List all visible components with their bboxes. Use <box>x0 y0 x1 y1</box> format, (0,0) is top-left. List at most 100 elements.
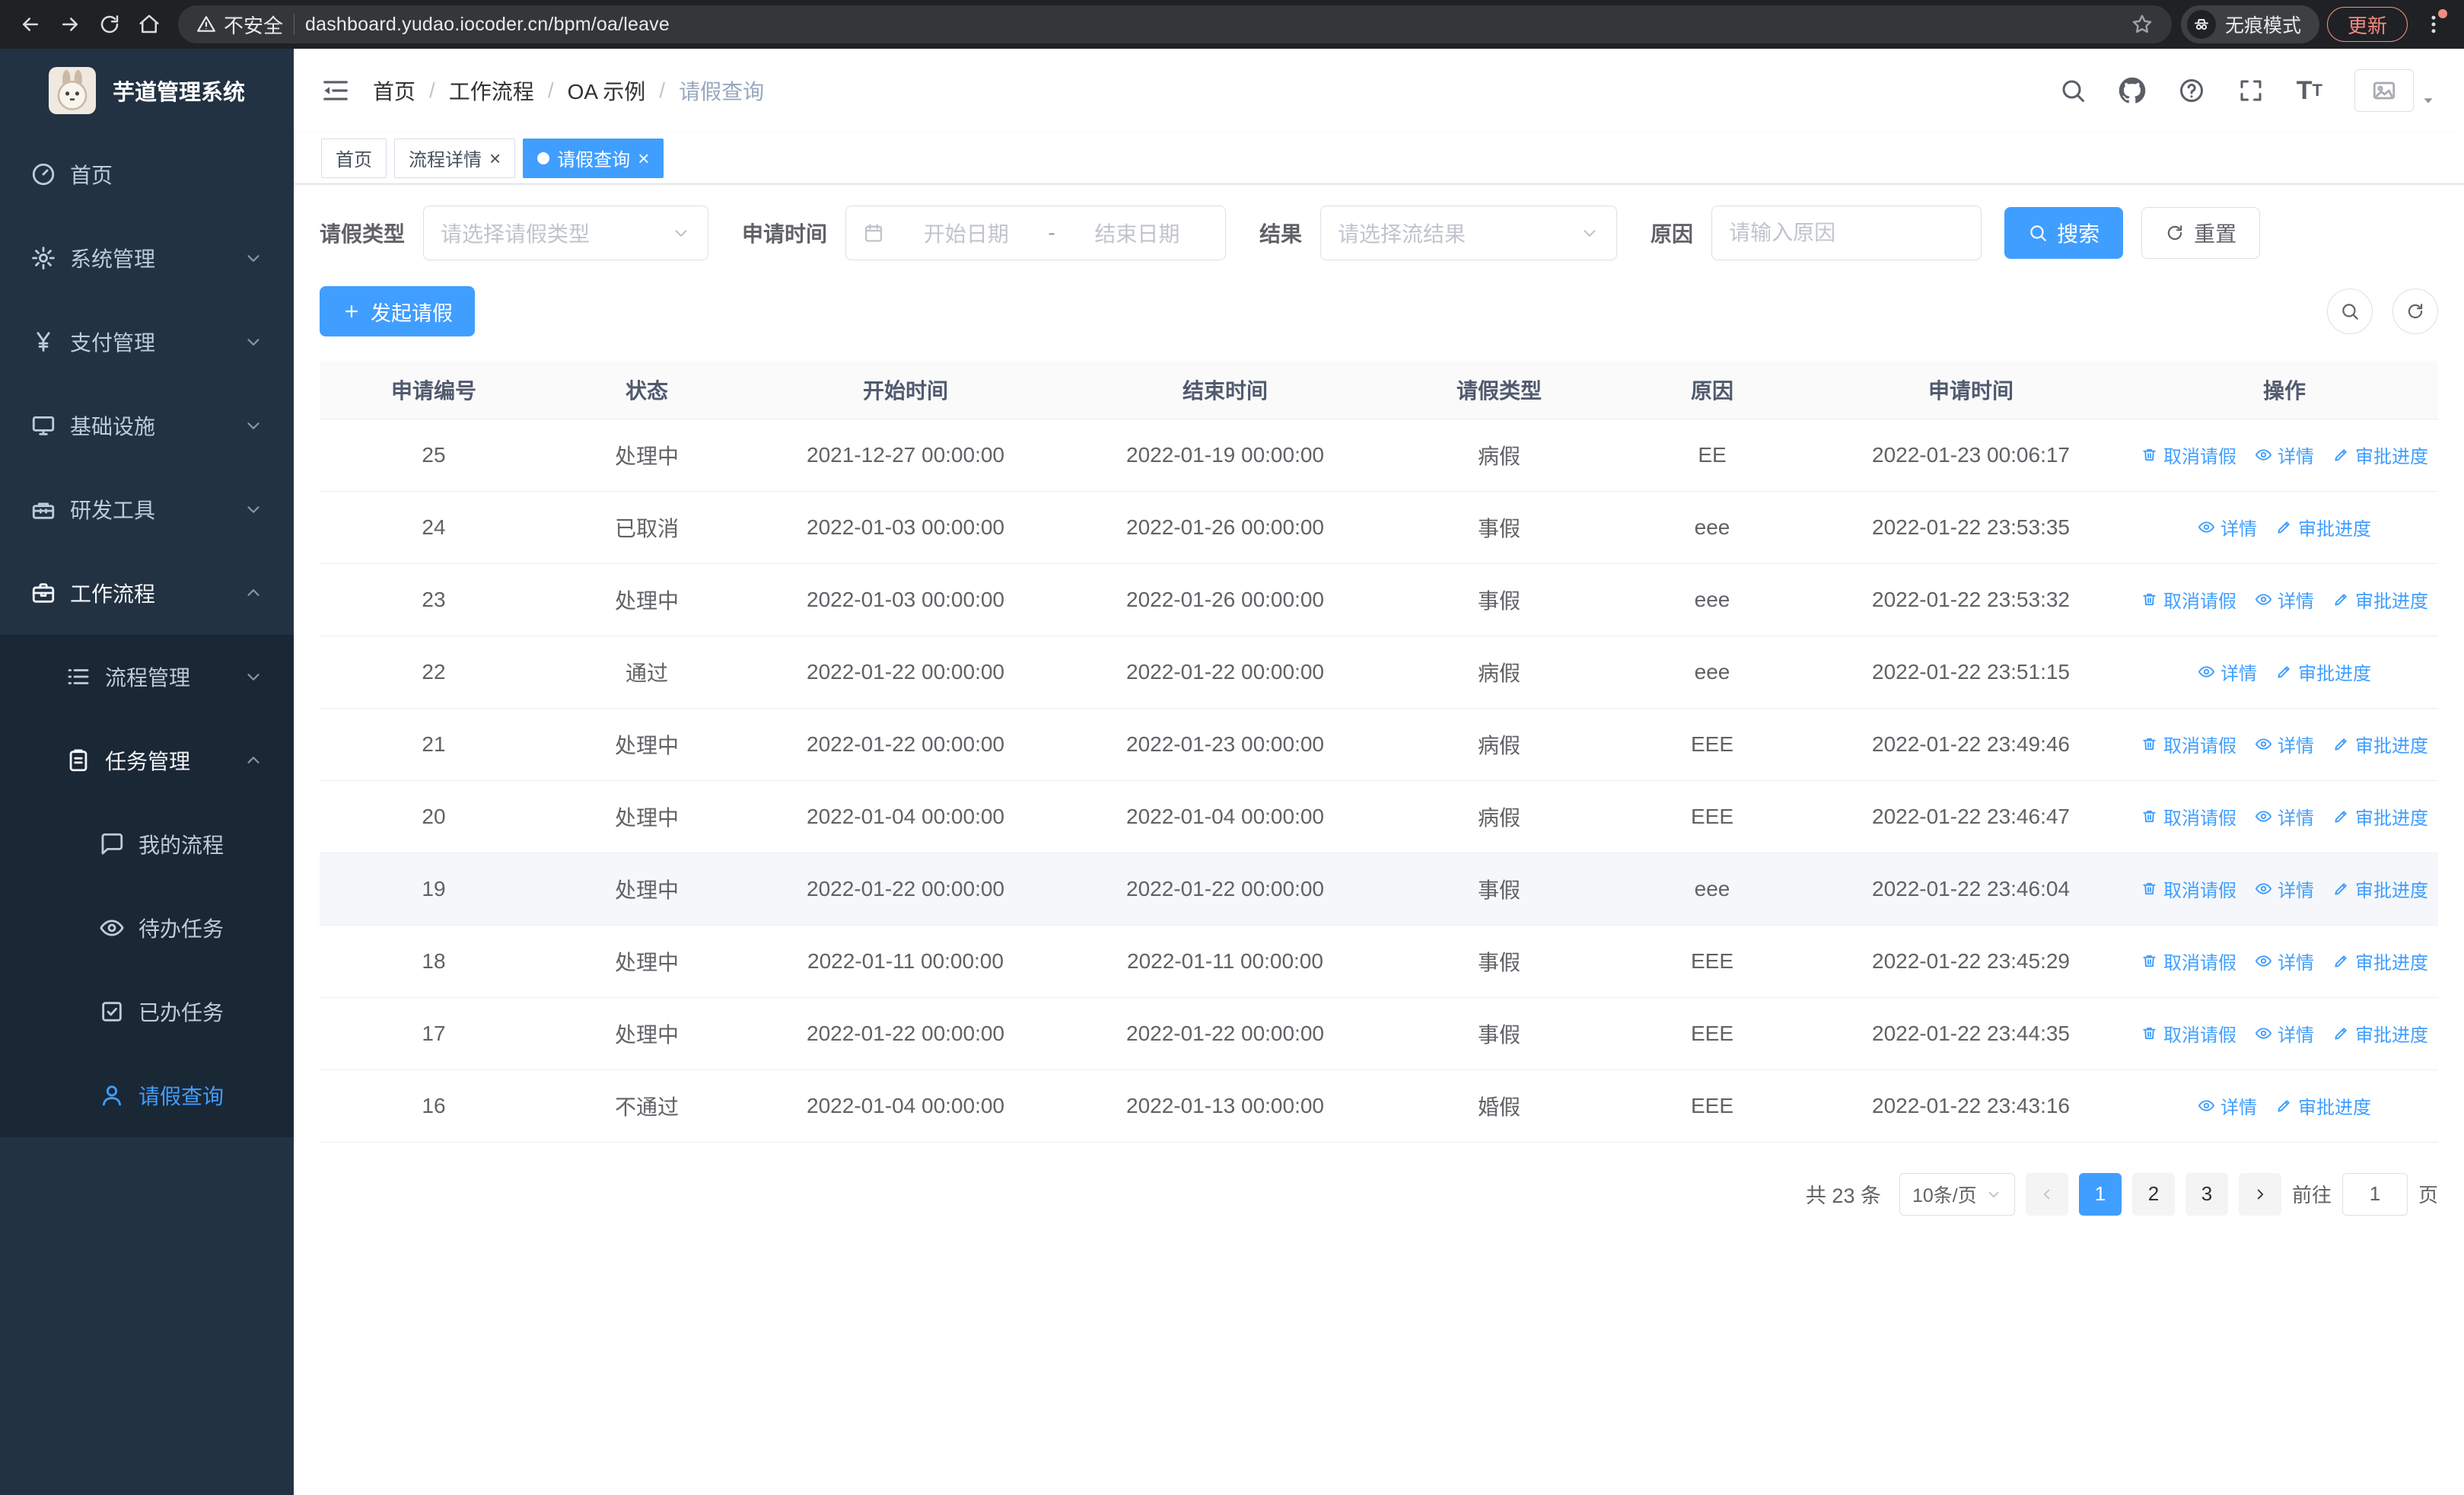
progress-link[interactable]: 审批进度 <box>2332 803 2428 830</box>
github-button[interactable] <box>2119 77 2146 104</box>
detail-link[interactable]: 详情 <box>2255 948 2314 974</box>
create-leave-button[interactable]: 发起请假 <box>320 286 475 336</box>
sidebar-item-system-mgmt[interactable]: 系统管理 <box>0 216 294 300</box>
sidebar-item-task-mgmt[interactable]: 任务管理 <box>0 719 294 802</box>
progress-link[interactable]: 审批进度 <box>2332 586 2428 613</box>
sidebar-item-home[interactable]: 首页 <box>0 132 294 216</box>
hamburger-fold-button[interactable] <box>321 76 350 105</box>
page-size-select[interactable]: 10条/页 <box>1899 1172 2015 1216</box>
start-date-input[interactable]: 开始日期 <box>895 218 1037 248</box>
cell-leave-type: 婚假 <box>1385 1069 1613 1143</box>
leave-type-select[interactable]: 请选择请假类型 <box>423 206 709 260</box>
detail-link[interactable]: 详情 <box>2255 731 2314 757</box>
tab-leave-query[interactable]: 请假查询 × <box>523 138 664 178</box>
logo[interactable]: 芋道管理系统 <box>0 49 294 132</box>
page-button-3[interactable]: 3 <box>2185 1172 2228 1216</box>
date-range-picker[interactable]: 开始日期 - 结束日期 <box>845 206 1227 260</box>
progress-link[interactable]: 审批进度 <box>2275 658 2371 685</box>
sidebar-item-payment-mgmt[interactable]: 支付管理 <box>0 300 294 384</box>
cancel-leave-link[interactable]: 取消请假 <box>2141 441 2236 468</box>
address-bar[interactable]: 不安全 dashboard.yudao.iocoder.cn/bpm/oa/le… <box>178 5 2172 43</box>
sidebar-item-dev-tools[interactable]: 研发工具 <box>0 467 294 551</box>
page-button-1[interactable]: 1 <box>2078 1172 2122 1216</box>
reason-input[interactable] <box>1711 206 1982 260</box>
fontsize-button[interactable]: TT <box>2297 76 2322 106</box>
gear-icon <box>30 245 56 271</box>
avatar-menu[interactable] <box>2354 69 2437 112</box>
breadcrumb-item[interactable]: 工作流程 <box>449 75 534 106</box>
sidebar-item-infrastructure[interactable]: 基础设施 <box>0 384 294 467</box>
detail-link[interactable]: 详情 <box>2255 803 2314 830</box>
progress-link[interactable]: 审批进度 <box>2332 731 2428 757</box>
table-row: 23 处理中 2022-01-03 00:00:00 2022-01-26 00:00… <box>320 563 2438 636</box>
detail-link[interactable]: 详情 <box>2198 658 2257 685</box>
help-button[interactable] <box>2178 77 2205 104</box>
progress-link[interactable]: 审批进度 <box>2332 948 2428 974</box>
search-button[interactable]: 搜索 <box>2004 207 2124 259</box>
forward-button[interactable] <box>50 5 90 44</box>
detail-link[interactable]: 详情 <box>2255 875 2314 902</box>
search-icon <box>2028 223 2048 243</box>
cell-operations: 取消请假 详情 审批进度 <box>2131 708 2438 781</box>
security-status[interactable]: 不安全 <box>196 11 283 39</box>
next-page-button[interactable] <box>2238 1172 2281 1216</box>
sidebar-item-workflow[interactable]: 工作流程 <box>0 551 294 635</box>
detail-link[interactable]: 详情 <box>2198 514 2257 540</box>
detail-link[interactable]: 详情 <box>2255 1020 2314 1047</box>
update-button[interactable]: 更新 <box>2326 7 2408 42</box>
prev-page-button[interactable] <box>2025 1172 2068 1216</box>
tab-process-detail[interactable]: 流程详情 × <box>394 138 516 178</box>
cancel-leave-link[interactable]: 取消请假 <box>2141 586 2236 613</box>
breadcrumb-item[interactable]: OA 示例 <box>568 75 646 106</box>
sidebar-item-done-tasks[interactable]: 已办任务 <box>0 970 294 1054</box>
breadcrumb-item[interactable]: 首页 <box>373 75 415 106</box>
sidebar-item-process-mgmt[interactable]: 流程管理 <box>0 635 294 719</box>
cancel-leave-link[interactable]: 取消请假 <box>2141 1020 2236 1047</box>
cell-leave-type: 病假 <box>1385 419 1613 492</box>
progress-link[interactable]: 审批进度 <box>2275 514 2371 540</box>
back-button[interactable] <box>11 5 50 44</box>
eye-icon <box>2255 1025 2272 1042</box>
progress-link[interactable]: 审批进度 <box>2332 441 2428 468</box>
refresh-table-button[interactable] <box>2392 288 2438 334</box>
table-row: 21 处理中 2022-01-22 00:00:00 2022-01-23 00:00… <box>320 708 2438 781</box>
detail-link[interactable]: 详情 <box>2198 1092 2257 1119</box>
home-button[interactable] <box>129 5 169 44</box>
goto-page-input[interactable] <box>2341 1172 2408 1216</box>
browser-menu-button[interactable] <box>2414 5 2453 44</box>
reload-button[interactable] <box>90 5 129 44</box>
cancel-leave-link[interactable]: 取消请假 <box>2141 948 2236 974</box>
cell-reason: EEE <box>1613 997 1811 1070</box>
progress-link[interactable]: 审批进度 <box>2275 1092 2371 1119</box>
cancel-leave-link[interactable]: 取消请假 <box>2141 803 2236 830</box>
eye-icon <box>2255 808 2272 825</box>
result-select[interactable]: 请选择流结果 <box>1320 206 1618 260</box>
detail-link[interactable]: 详情 <box>2255 586 2314 613</box>
bookmark-star-icon[interactable] <box>2131 13 2154 36</box>
eye-icon <box>2255 735 2272 753</box>
tab-close-icon[interactable]: × <box>638 148 649 168</box>
yen-icon <box>30 329 56 355</box>
header-search-button[interactable] <box>2059 77 2087 104</box>
cancel-leave-link[interactable]: 取消请假 <box>2141 875 2236 902</box>
progress-link[interactable]: 审批进度 <box>2332 1020 2428 1047</box>
reset-button[interactable]: 重置 <box>2141 207 2261 259</box>
cancel-leave-link[interactable]: 取消请假 <box>2141 731 2236 757</box>
tab-close-icon[interactable]: × <box>489 148 501 168</box>
end-date-input[interactable]: 结束日期 <box>1066 218 1208 248</box>
cell-reason: EEE <box>1613 925 1811 998</box>
page-button-2[interactable]: 2 <box>2131 1172 2175 1216</box>
fullscreen-button[interactable] <box>2237 77 2265 104</box>
tab-home[interactable]: 首页 <box>321 138 387 178</box>
leave-type-placeholder: 请选择请假类型 <box>441 222 591 246</box>
back-icon <box>19 13 42 36</box>
sidebar-item-leave-query[interactable]: 请假查询 <box>0 1054 294 1137</box>
table-row: 25 处理中 2021-12-27 00:00:00 2022-01-19 00:00… <box>320 419 2438 492</box>
sidebar-item-todo-tasks[interactable]: 待办任务 <box>0 886 294 970</box>
tab-label: 首页 <box>336 150 372 171</box>
toggle-search-button[interactable] <box>2327 288 2373 334</box>
detail-link[interactable]: 详情 <box>2255 441 2314 468</box>
edit-icon <box>2332 446 2350 464</box>
sidebar-item-my-process[interactable]: 我的流程 <box>0 802 294 886</box>
progress-link[interactable]: 审批进度 <box>2332 875 2428 902</box>
